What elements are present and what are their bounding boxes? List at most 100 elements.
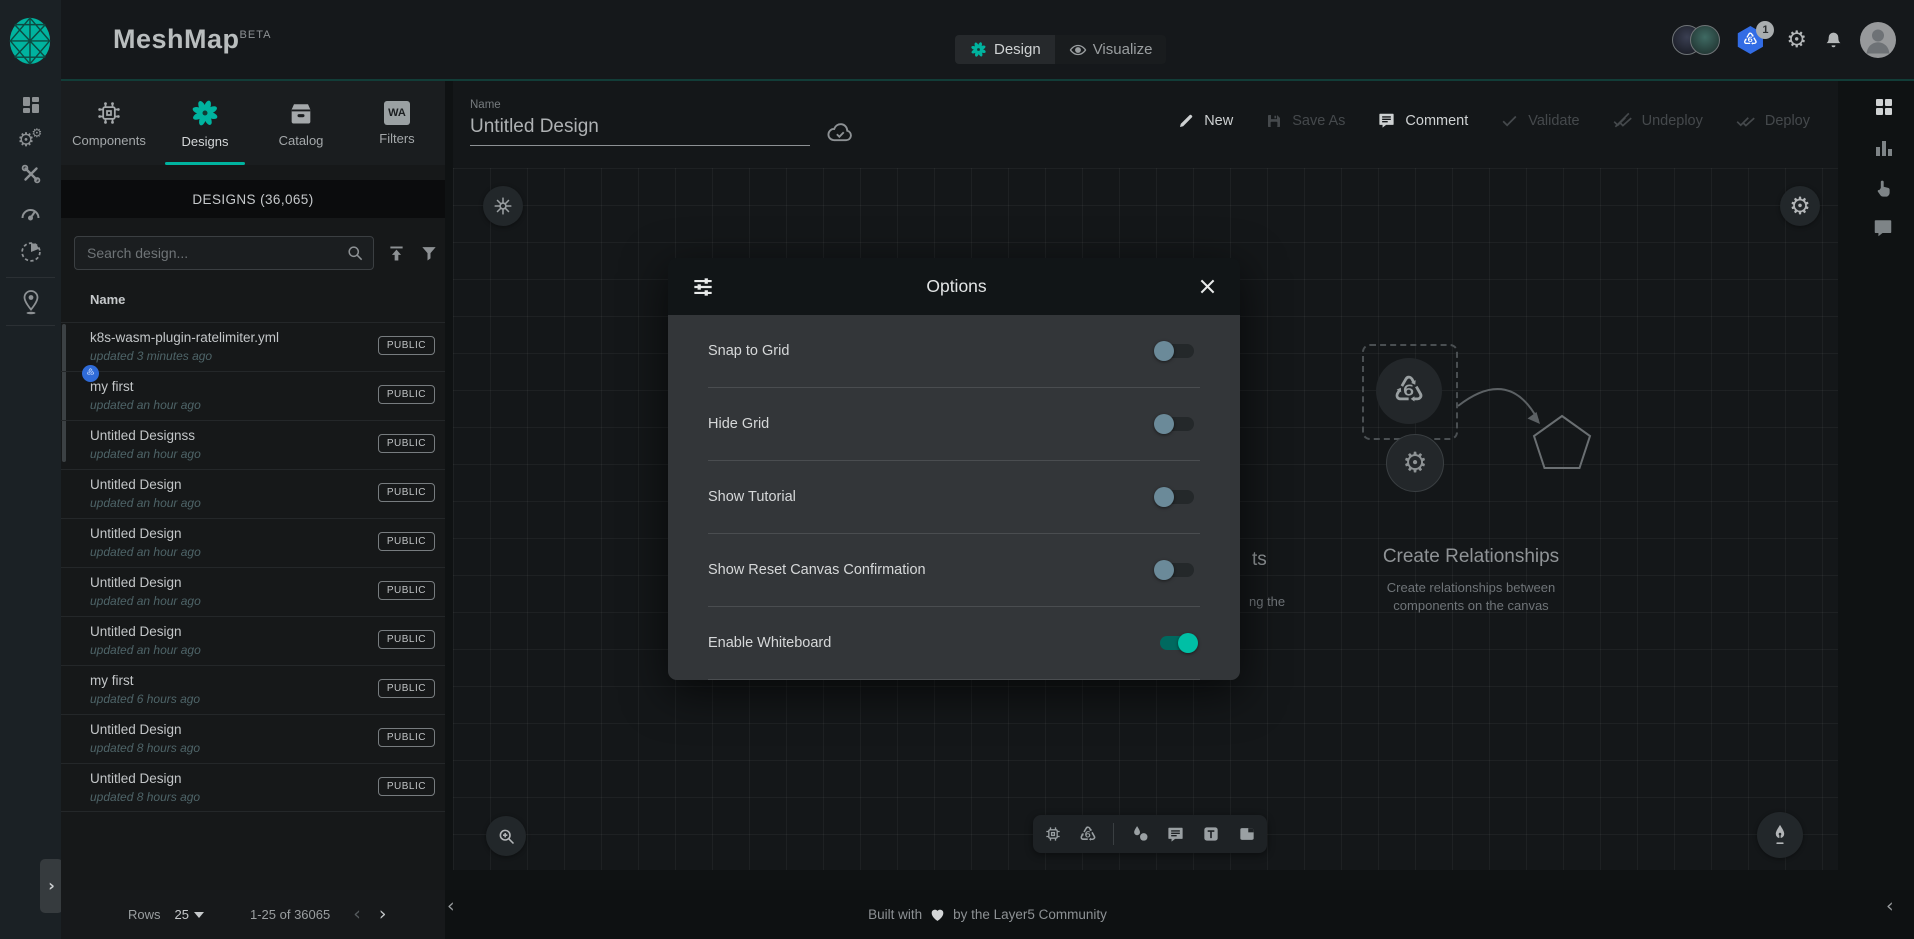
undeploy-button[interactable]: Undeploy — [1612, 111, 1703, 130]
visibility-badge[interactable]: PUBLIC — [378, 532, 435, 551]
dashboard-nav-button[interactable] — [0, 93, 61, 117]
search-row — [74, 236, 445, 270]
mode-visualize-label: Visualize — [1093, 41, 1153, 58]
page-size-select[interactable]: 25 — [175, 907, 204, 922]
tab-components[interactable]: Components — [61, 81, 157, 165]
visibility-badge[interactable]: PUBLIC — [378, 336, 435, 355]
comment-button[interactable]: Comment — [1377, 111, 1468, 130]
layer5-logo-icon[interactable] — [7, 16, 53, 65]
design-row[interactable]: Untitled Design updated an hour ago PUBL… — [61, 518, 445, 567]
lifecycle-nav-button[interactable]: ⚙ ⚙ — [0, 127, 61, 153]
relationship-arrow-icon — [1454, 372, 1602, 492]
whiteboard-pen-button[interactable] — [1757, 812, 1803, 858]
filter-designs-button[interactable] — [419, 243, 439, 263]
comments-icon — [1872, 217, 1894, 239]
visibility-badge[interactable]: PUBLIC — [378, 483, 435, 502]
media-tool[interactable] — [1237, 824, 1257, 844]
save-as-button[interactable]: Save As — [1265, 112, 1345, 130]
collaborator-avatars — [1672, 25, 1720, 55]
zoom-button[interactable] — [486, 816, 526, 856]
design-row[interactable]: k8s-wasm-plugin-ratelimiter.yml updated … — [61, 322, 445, 371]
validate-button[interactable]: Validate — [1500, 111, 1579, 130]
left-nav-rail: ⚙ ⚙ › ? v0 — [0, 81, 61, 939]
design-row[interactable]: Untitled Design updated an hour ago PUBL… — [61, 616, 445, 665]
mode-switch: Design Visualize — [955, 35, 1166, 64]
beta-tag: BETA — [240, 29, 272, 41]
notifications-button[interactable] — [1823, 30, 1844, 51]
hide-grid-toggle[interactable] — [1154, 412, 1200, 436]
prev-page-button[interactable]: ‹ — [344, 905, 370, 924]
kubernetes-tool[interactable]: ♸ — [1079, 824, 1097, 844]
design-name-input[interactable] — [470, 111, 810, 146]
reset-canvas-confirmation-toggle[interactable] — [1154, 558, 1200, 582]
add-component-tool[interactable] — [1043, 824, 1063, 844]
design-name: Untitled Design — [90, 575, 182, 590]
enable-whiteboard-toggle[interactable] — [1154, 631, 1200, 655]
views-button[interactable] — [1872, 95, 1898, 119]
design-row[interactable]: Untitled Design updated an hour ago PUBL… — [61, 469, 445, 518]
design-row[interactable]: Untitled Design updated an hour ago PUBL… — [61, 567, 445, 616]
collaborator-avatar-2[interactable] — [1690, 25, 1720, 55]
toolkit-nav-button[interactable] — [0, 162, 61, 186]
visibility-badge[interactable]: PUBLIC — [378, 581, 435, 600]
visibility-badge[interactable]: PUBLIC — [378, 630, 435, 649]
search-input[interactable] — [87, 245, 345, 261]
design-row[interactable]: my first updated 6 hours ago PUBLIC — [61, 665, 445, 714]
text-tool[interactable] — [1201, 824, 1221, 844]
publish-design-button[interactable] — [386, 243, 407, 264]
pagination-range: 1-25 of 36065 — [250, 907, 330, 922]
snap-to-grid-toggle[interactable] — [1154, 339, 1200, 363]
profile-avatar[interactable] — [1860, 22, 1896, 58]
options-modal: Options Snap to Grid Hide Grid Show Tuto… — [668, 258, 1240, 680]
design-row[interactable]: my first updated an hour ago PUBLIC — [61, 371, 445, 420]
tab-catalog[interactable]: Catalog — [253, 81, 349, 165]
rail-divider — [6, 325, 55, 326]
onboarding-title: Create Relationships — [1326, 546, 1616, 568]
sidebar-expander-handle[interactable]: › — [40, 859, 63, 913]
tab-filters[interactable]: WA Filters — [349, 81, 445, 165]
settings-gear-button[interactable]: ⚙ — [1786, 29, 1807, 52]
mode-design-button[interactable]: Design — [955, 35, 1055, 64]
kubernetes-component[interactable]: ♸ — [1376, 358, 1442, 424]
shapes-tool[interactable] — [1130, 824, 1150, 844]
header-right-group: ♸ 1 ⚙ — [1672, 22, 1896, 58]
design-row[interactable]: Untitled Design updated 8 hours ago PUBL… — [61, 714, 445, 763]
comments-button[interactable] — [1872, 217, 1898, 239]
comment-tool[interactable] — [1166, 825, 1185, 844]
visibility-badge[interactable]: PUBLIC — [378, 728, 435, 747]
design-row[interactable]: Untitled Designss updated an hour ago PU… — [61, 420, 445, 469]
design-updated: updated an hour ago — [90, 496, 201, 510]
canvas-config-button[interactable] — [483, 186, 523, 226]
double-check-icon — [1735, 111, 1756, 130]
tab-designs-label: Designs — [182, 134, 229, 149]
dashboard-icon — [19, 93, 43, 117]
sample-component[interactable]: ⚙ — [1386, 434, 1444, 492]
visibility-badge[interactable]: PUBLIC — [378, 434, 435, 453]
charts-button[interactable] — [1872, 136, 1898, 160]
design-row[interactable]: Untitled Design updated 8 hours ago PUBL… — [61, 763, 445, 812]
page-size-value: 25 — [175, 907, 189, 922]
visibility-badge[interactable]: PUBLIC — [378, 679, 435, 698]
mesh-nav-button[interactable] — [0, 239, 61, 265]
interact-button[interactable] — [1872, 177, 1898, 200]
kubernetes-context-button[interactable]: ♸ 1 — [1736, 25, 1770, 55]
mesh-pie-icon — [18, 239, 44, 265]
performance-nav-button[interactable] — [0, 201, 61, 223]
visibility-badge[interactable]: PUBLIC — [378, 385, 435, 404]
show-tutorial-toggle[interactable] — [1154, 485, 1200, 509]
double-check-crossed-icon — [1612, 111, 1633, 130]
tab-designs[interactable]: Designs — [157, 81, 253, 165]
close-icon[interactable] — [1197, 276, 1218, 297]
collapse-left-chevron[interactable]: ‹ — [447, 897, 455, 916]
collapse-right-chevron[interactable]: ‹ — [1886, 897, 1894, 916]
mode-visualize-button[interactable]: Visualize — [1055, 35, 1167, 64]
kubernetes-icon: ♸ — [1393, 373, 1425, 409]
canvas-actions-toolbar: New Save As Comment — [1177, 111, 1810, 130]
deploy-button[interactable]: Deploy — [1735, 111, 1810, 130]
search-icon[interactable] — [345, 243, 365, 263]
next-page-button[interactable]: › — [370, 905, 396, 924]
new-button[interactable]: New — [1177, 112, 1233, 130]
canvas-settings-button[interactable]: ⚙ — [1780, 186, 1820, 226]
meshmap-nav-button[interactable] — [0, 289, 61, 316]
visibility-badge[interactable]: PUBLIC — [378, 777, 435, 796]
